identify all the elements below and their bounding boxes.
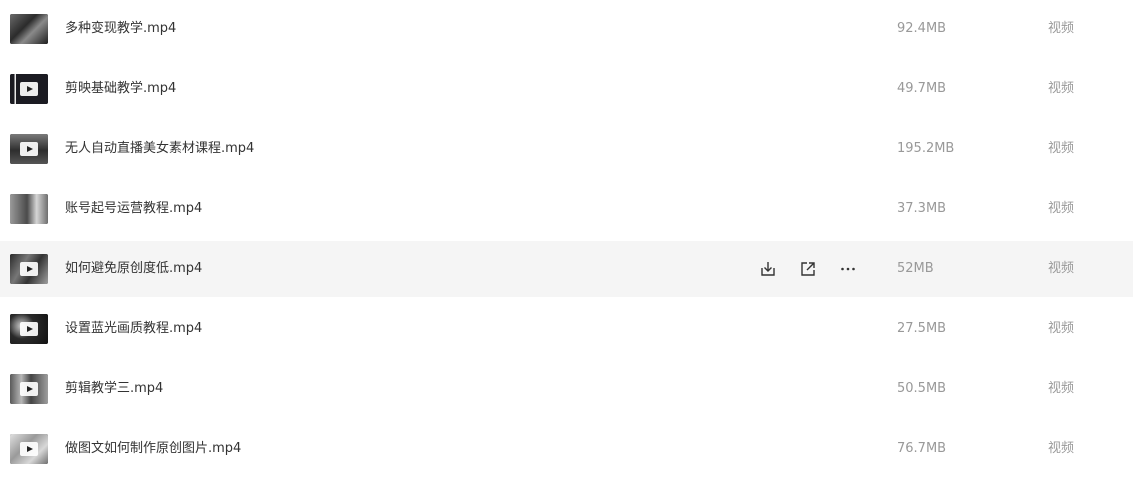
file-row[interactable]: 剪映基础教学.mp4 49.7MB 视频 (0, 61, 1133, 117)
video-thumbnail-icon[interactable] (10, 134, 48, 164)
file-size: 37.3MB (897, 201, 947, 216)
file-row[interactable]: 设置蓝光画质教程.mp4 27.5MB 视频 (0, 301, 1133, 357)
play-icon (20, 262, 38, 276)
video-thumbnail-icon[interactable] (10, 374, 48, 404)
row-actions (758, 259, 858, 279)
file-row[interactable]: 做图文如何制作原创图片.mp4 76.7MB 视频 (0, 421, 1133, 477)
file-type: 视频 (1048, 201, 1075, 216)
file-name[interactable]: 无人自动直播美女素材课程.mp4 (65, 121, 254, 177)
file-size: 49.7MB (897, 81, 947, 96)
file-size: 92.4MB (897, 21, 947, 36)
file-type: 视频 (1048, 141, 1075, 156)
file-type: 视频 (1048, 321, 1075, 336)
share-icon[interactable] (798, 259, 818, 279)
file-size: 195.2MB (897, 141, 955, 156)
file-row[interactable]: 如何避免原创度低.mp4 52MB 视频 (0, 241, 1133, 297)
video-thumbnail-icon[interactable] (10, 434, 48, 464)
download-icon[interactable] (758, 259, 778, 279)
file-size: 76.7MB (897, 441, 947, 456)
video-thumbnail-icon[interactable] (10, 74, 48, 104)
file-name[interactable]: 如何避免原创度低.mp4 (65, 241, 202, 297)
video-thumbnail-icon[interactable] (10, 254, 48, 284)
file-type: 视频 (1048, 21, 1075, 36)
file-name[interactable]: 剪辑教学三.mp4 (65, 361, 163, 417)
file-name[interactable]: 多种变现教学.mp4 (65, 1, 176, 57)
file-type: 视频 (1048, 81, 1075, 96)
video-thumbnail-icon[interactable] (10, 314, 48, 344)
thumbnail-image (10, 194, 48, 224)
play-icon (20, 322, 38, 336)
more-icon[interactable] (838, 259, 858, 279)
play-icon (20, 142, 38, 156)
video-thumbnail-icon[interactable] (10, 194, 48, 224)
video-thumbnail-icon[interactable] (10, 14, 48, 44)
file-row[interactable]: 剪辑教学三.mp4 50.5MB 视频 (0, 361, 1133, 417)
file-type: 视频 (1048, 381, 1075, 396)
file-size: 52MB (897, 261, 934, 276)
file-name[interactable]: 做图文如何制作原创图片.mp4 (65, 421, 241, 477)
file-list: 多种变现教学.mp4 92.4MB 视频 剪映基础教学.mp4 49.7MB 视频 无人自动… (0, 0, 1133, 478)
file-name[interactable]: 设置蓝光画质教程.mp4 (65, 301, 202, 357)
file-type: 视频 (1048, 441, 1075, 456)
file-name[interactable]: 账号起号运营教程.mp4 (65, 181, 202, 237)
file-name[interactable]: 剪映基础教学.mp4 (65, 61, 176, 117)
play-icon (20, 382, 38, 396)
thumbnail-image (10, 14, 48, 44)
file-type: 视频 (1048, 261, 1075, 276)
play-icon (20, 442, 38, 456)
file-row[interactable]: 多种变现教学.mp4 92.4MB 视频 (0, 1, 1133, 57)
file-size: 50.5MB (897, 381, 947, 396)
file-row[interactable]: 账号起号运营教程.mp4 37.3MB 视频 (0, 181, 1133, 237)
file-size: 27.5MB (897, 321, 947, 336)
play-icon (20, 82, 38, 96)
file-row[interactable]: 无人自动直播美女素材课程.mp4 195.2MB 视频 (0, 121, 1133, 177)
